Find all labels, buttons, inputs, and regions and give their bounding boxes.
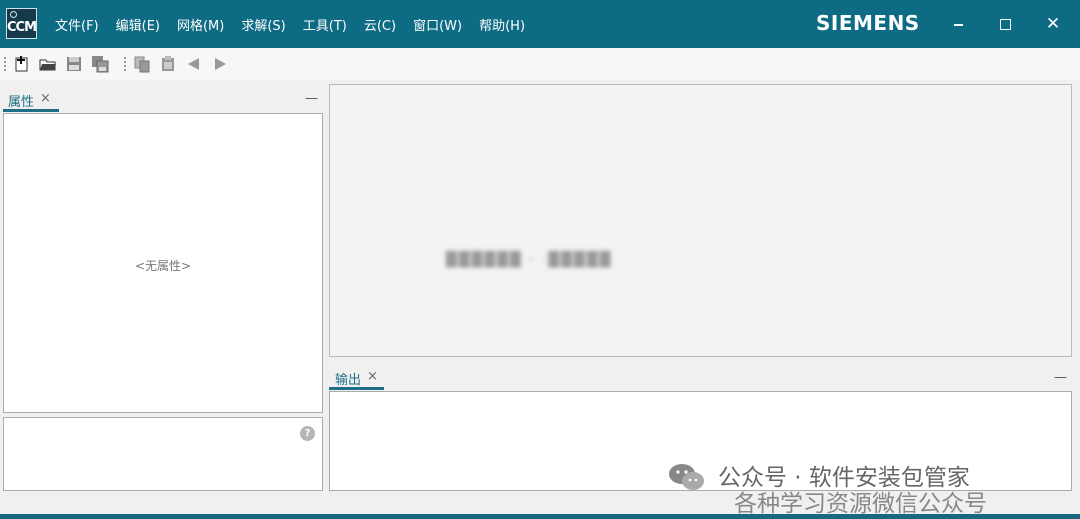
help-icon[interactable]: ? — [300, 426, 315, 441]
output-tab-indicator — [329, 387, 384, 390]
brand-logo: SIEMENS — [816, 11, 920, 35]
toolbar-separator — [124, 57, 128, 71]
wechat-icon — [669, 464, 704, 490]
output-minimize-button[interactable]: — — [1054, 370, 1067, 385]
menu-item-0[interactable]: 文件(F) — [55, 15, 99, 34]
properties-tab-indicator — [3, 109, 59, 112]
property-description-panel: ? — [3, 417, 323, 491]
save-icon[interactable] — [65, 55, 83, 73]
copy-icon[interactable] — [133, 55, 151, 73]
bottom-border — [0, 514, 1080, 519]
forward-icon[interactable] — [211, 55, 229, 73]
toolbar-grip[interactable] — [4, 57, 8, 71]
menu-item-2[interactable]: 网格(M) — [177, 15, 224, 34]
graphics-viewport[interactable]: ██████ · ·█████ — [329, 84, 1072, 357]
maximize-icon — [999, 18, 1011, 30]
properties-tab-label[interactable]: 属性 — [8, 91, 34, 110]
properties-panel: <无属性> — [3, 113, 323, 413]
minimize-icon — [953, 24, 963, 26]
minimize-window-button[interactable] — [943, 10, 973, 38]
save-as-icon[interactable] — [91, 55, 109, 73]
properties-tab-close-icon[interactable]: × — [40, 91, 51, 106]
watermark-line-2: 各种学习资源微信公众号 — [734, 491, 987, 517]
watermark: 公众号 · 软件安装包管家 各种学习资源微信公众号 — [668, 462, 1078, 517]
menu-item-3[interactable]: 求解(S) — [241, 15, 285, 34]
no-properties-text: <无属性> — [134, 259, 192, 273]
menu-bar: 文件(F) 编辑(E) 网格(M) 求解(S) 工具(T) 云(C) 窗口(W) 帮助(H) — [55, 0, 542, 48]
menu-item-4[interactable]: 工具(T) — [303, 15, 347, 34]
open-icon[interactable] — [39, 55, 57, 73]
maximize-window-button[interactable] — [990, 10, 1020, 38]
toolbar — [0, 48, 1080, 80]
menu-item-7[interactable]: 帮助(H) — [479, 15, 525, 34]
back-icon[interactable] — [185, 55, 203, 73]
menu-item-1[interactable]: 编辑(E) — [116, 15, 160, 34]
app-logo: CCM — [6, 8, 37, 39]
properties-minimize-button[interactable]: — — [305, 91, 318, 106]
blurred-viewport-text: ██████ · ·█████ — [446, 252, 613, 268]
output-tab-label[interactable]: 输出 — [335, 369, 361, 388]
paste-icon[interactable] — [159, 55, 177, 73]
menu-item-6[interactable]: 窗口(W) — [413, 15, 462, 34]
close-window-button[interactable]: ✕ — [1038, 10, 1068, 38]
new-simulation-icon[interactable] — [13, 55, 31, 73]
title-bar: CCM 文件(F) 编辑(E) 网格(M) 求解(S) 工具(T) 云(C) 窗口(W) 帮助… — [0, 0, 1080, 48]
output-tab-close-icon[interactable]: × — [367, 369, 378, 384]
app-logo-text: CCM — [6, 20, 37, 35]
menu-item-5[interactable]: 云(C) — [364, 15, 396, 34]
